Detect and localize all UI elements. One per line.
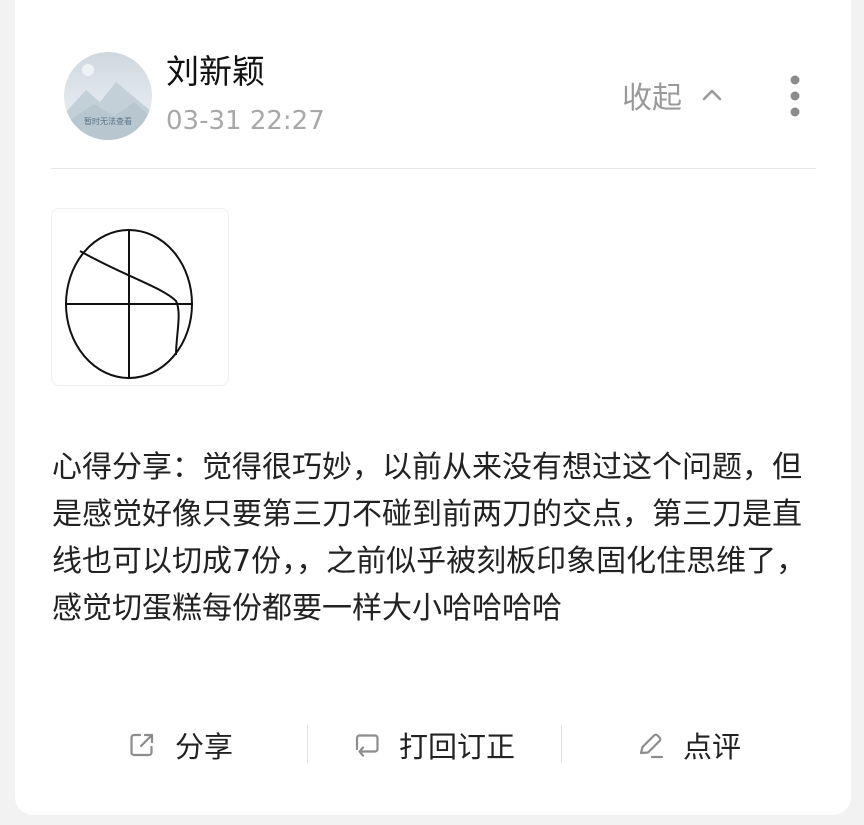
avatar-caption: 暂时无法查看 xyxy=(84,117,132,126)
post-timestamp: 03-31 22:27 xyxy=(166,106,325,136)
header-divider xyxy=(51,168,816,169)
post-content-text: 心得分享：觉得很巧妙，以前从来没有想过这个问题，但是感觉好像只要第三刀不碰到前两… xyxy=(52,450,807,626)
collapse-label: 收起 xyxy=(622,81,682,116)
comment-button[interactable]: 点评 xyxy=(635,720,741,770)
action-separator xyxy=(561,725,562,763)
cake-cut-sketch-image xyxy=(65,229,193,379)
return-icon xyxy=(355,734,379,757)
more-vertical-icon xyxy=(790,75,800,117)
avatar[interactable]: 暂时无法查看 xyxy=(64,52,152,140)
attached-image-thumbnail[interactable] xyxy=(51,208,229,386)
action-bar: 分享 打回订正 点评 xyxy=(15,720,851,770)
share-label: 分享 xyxy=(175,730,234,764)
return-for-correction-button[interactable]: 打回订正 xyxy=(351,720,515,770)
share-button[interactable]: 分享 xyxy=(127,720,233,770)
comment-label: 点评 xyxy=(683,730,742,764)
return-for-correction-label: 打回订正 xyxy=(399,730,516,764)
author-name: 刘新颖 xyxy=(166,52,265,91)
action-separator xyxy=(307,725,308,763)
more-options-button[interactable] xyxy=(780,74,810,120)
chevron-up-icon xyxy=(702,89,722,101)
share-icon xyxy=(130,733,154,757)
pencil-icon xyxy=(639,733,664,759)
collapse-button[interactable]: 收起 xyxy=(622,74,724,116)
